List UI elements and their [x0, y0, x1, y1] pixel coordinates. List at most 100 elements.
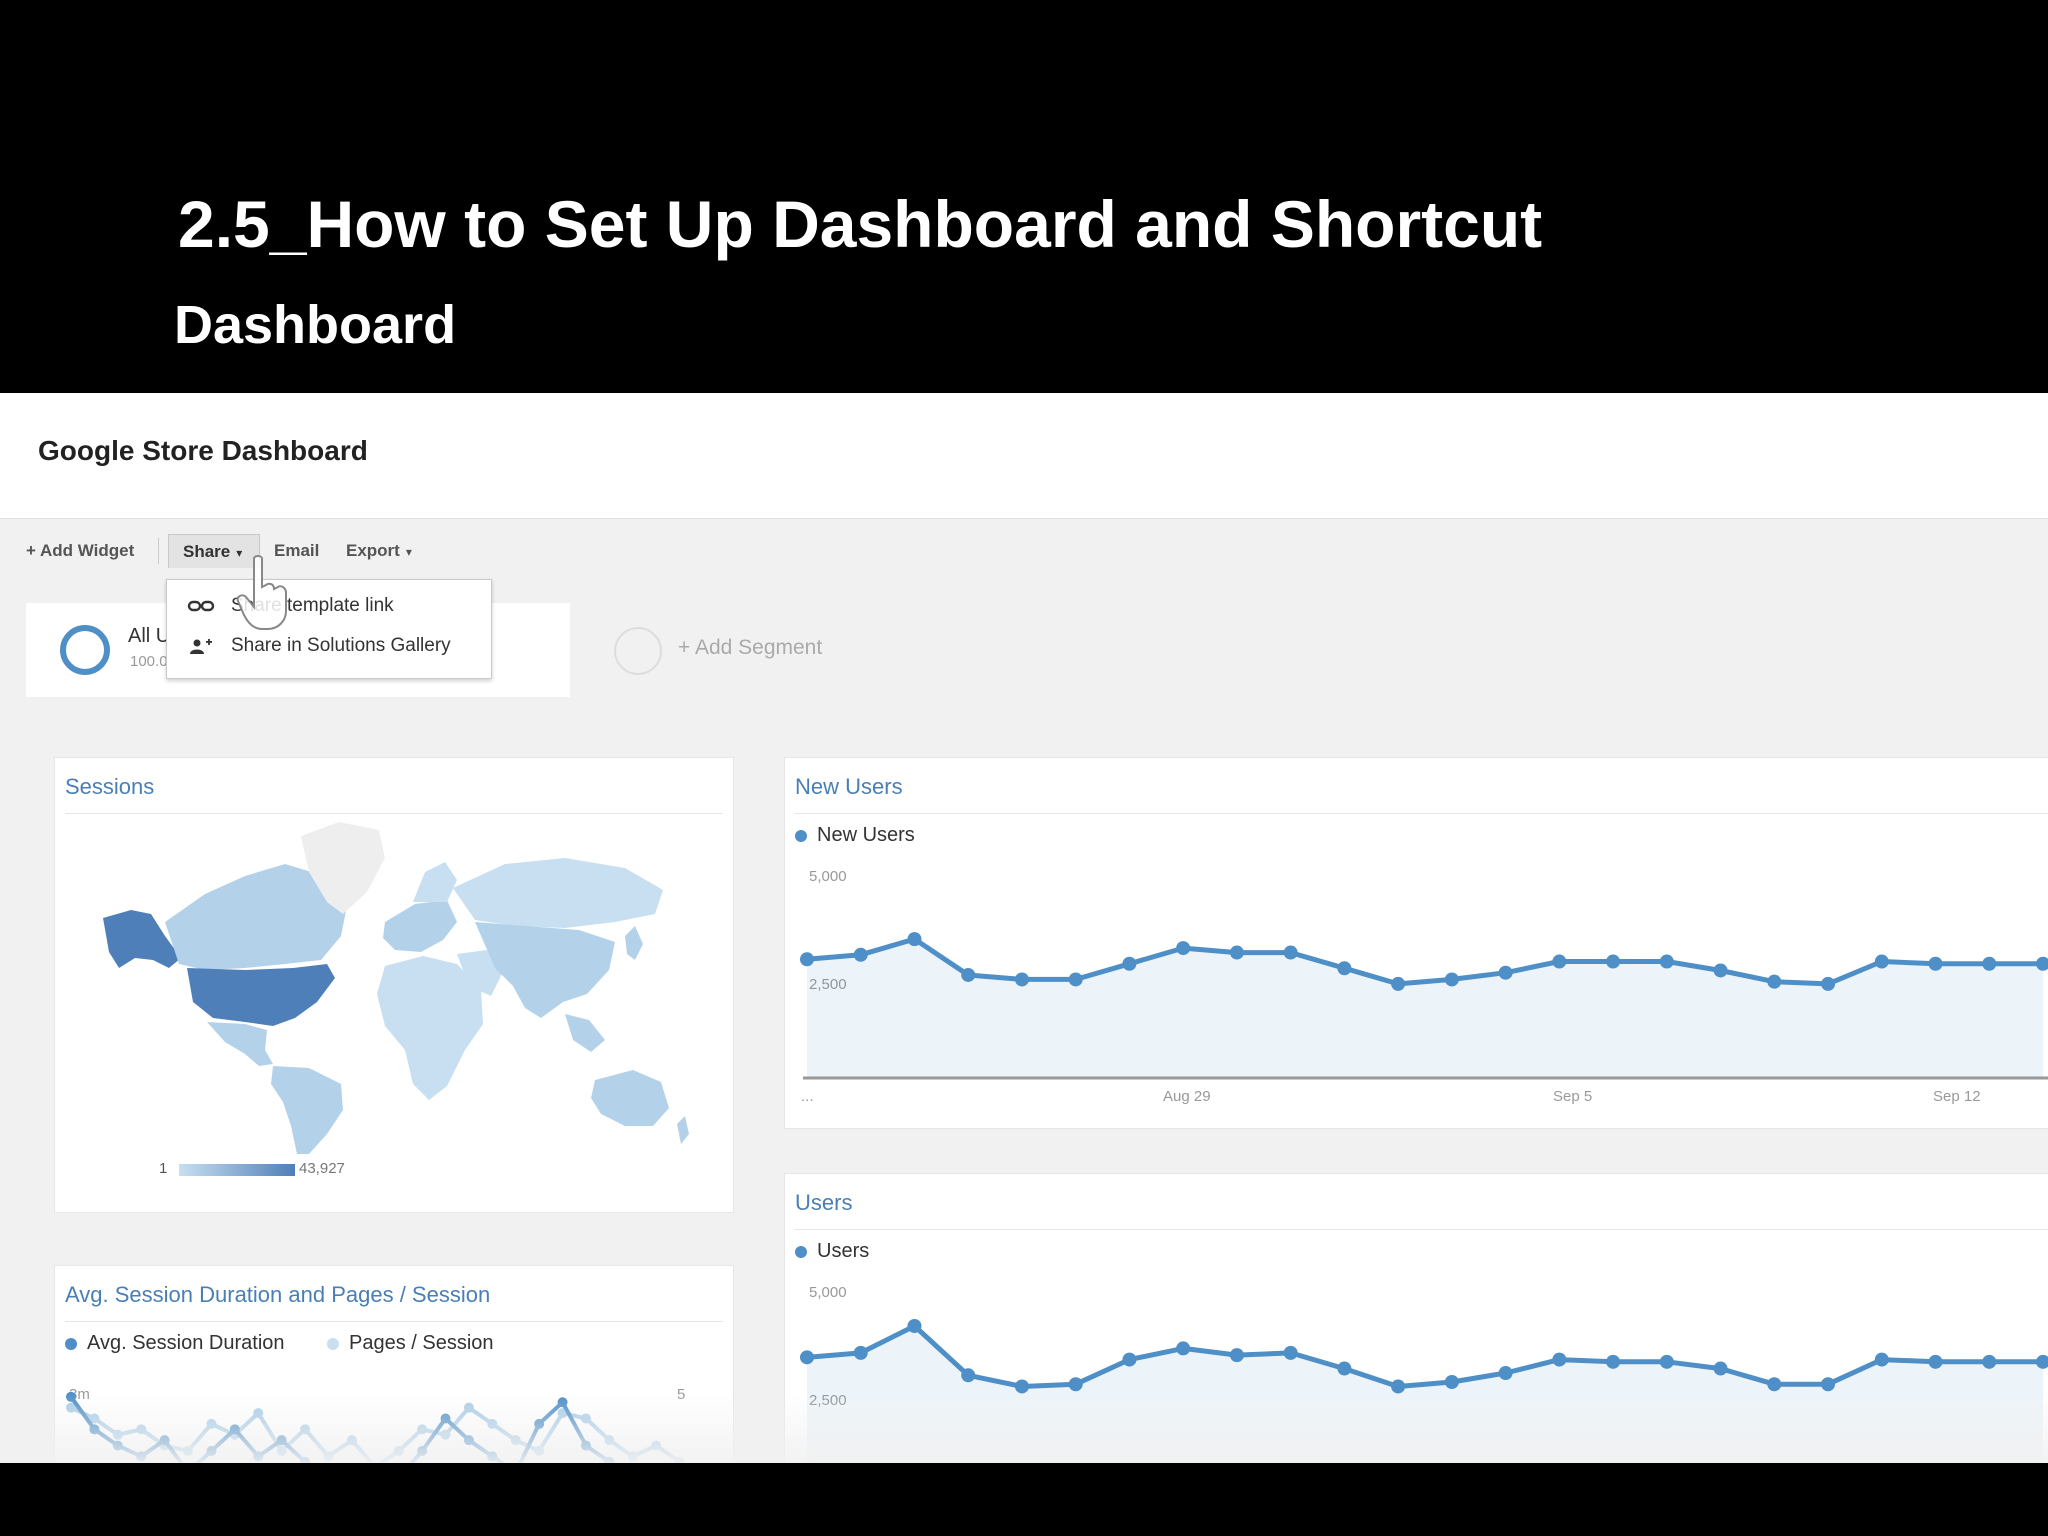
series-line	[69, 1395, 614, 1463]
map-scale-min: 1	[159, 1160, 168, 1177]
data-point	[463, 1402, 474, 1413]
data-point	[1068, 972, 1083, 987]
menu-item-share-template-link[interactable]: Share template link	[167, 586, 491, 626]
widget-title: Sessions	[65, 774, 155, 799]
data-point	[1659, 954, 1674, 969]
data-point	[1014, 1379, 1029, 1394]
world-map[interactable]	[95, 818, 695, 1158]
data-point	[1767, 974, 1782, 989]
data-point	[557, 1397, 568, 1408]
add-person-icon	[190, 639, 212, 654]
data-point	[510, 1435, 521, 1446]
data-point	[206, 1418, 217, 1429]
data-point	[487, 1451, 498, 1462]
data-point	[961, 967, 976, 982]
data-point	[1713, 963, 1728, 978]
data-point	[604, 1435, 615, 1446]
share-dropdown-menu: Share template link Share in Solutions G…	[166, 579, 492, 679]
data-point	[1283, 945, 1298, 960]
users-chart[interactable]	[785, 1174, 2048, 1463]
export-button[interactable]: Export ▾	[346, 534, 412, 568]
data-point	[1068, 1377, 1083, 1392]
data-point	[463, 1435, 474, 1446]
data-point	[961, 1368, 976, 1383]
segment-ring-icon	[60, 625, 110, 675]
data-point	[1821, 1377, 1836, 1392]
data-point	[580, 1413, 591, 1424]
data-point	[417, 1424, 428, 1435]
chevron-down-icon: ▾	[405, 544, 412, 559]
map-region-se-asia	[565, 1014, 605, 1052]
data-point	[159, 1435, 170, 1446]
data-point	[1552, 954, 1567, 969]
add-widget-button[interactable]: + Add Widget	[26, 534, 134, 568]
data-point	[1498, 965, 1513, 980]
new-users-chart[interactable]	[785, 758, 2048, 1130]
data-point	[136, 1451, 147, 1462]
map-region-australia	[591, 1070, 669, 1126]
data-point	[1821, 976, 1836, 991]
data-point	[276, 1446, 287, 1456]
data-point	[136, 1424, 147, 1435]
data-point	[1982, 956, 1997, 971]
data-point	[66, 1391, 76, 1402]
data-point	[253, 1451, 264, 1462]
data-point	[276, 1435, 287, 1446]
data-point	[1928, 956, 1943, 971]
toolbar-divider	[158, 538, 159, 564]
data-point	[1444, 972, 1459, 987]
map-region-new-zealand	[677, 1116, 689, 1144]
data-point	[206, 1446, 217, 1456]
dashboard-title: Google Store Dashboard	[38, 435, 368, 466]
data-point	[627, 1451, 638, 1462]
data-point	[1283, 1345, 1298, 1360]
data-point	[1767, 1377, 1782, 1392]
data-point	[229, 1424, 240, 1435]
data-point	[1659, 1354, 1674, 1369]
data-point	[1928, 1354, 1943, 1369]
dashboard-header: Google Store Dashboard	[0, 393, 2048, 519]
analytics-screenshot: Google Store Dashboard + Add Widget Shar…	[0, 393, 2048, 1463]
sessions-widget: Sessions 1 43,927	[54, 757, 734, 1213]
data-point	[1552, 1352, 1567, 1367]
data-point	[112, 1429, 123, 1440]
slide-subtitle: Dashboard	[174, 295, 457, 355]
map-region-usa	[187, 964, 335, 1026]
data-point	[1176, 941, 1191, 956]
avg-session-chart[interactable]	[55, 1266, 735, 1463]
map-region-south-america	[271, 1066, 343, 1154]
map-region-scandinavia	[413, 862, 457, 902]
add-segment-button[interactable]: + Add Segment	[678, 636, 822, 660]
data-point	[253, 1408, 264, 1419]
data-point	[346, 1435, 357, 1446]
data-point	[534, 1446, 545, 1456]
data-point	[1122, 956, 1137, 971]
data-point	[1444, 1375, 1459, 1389]
data-point	[1498, 1366, 1513, 1381]
data-point	[1176, 1341, 1191, 1356]
map-scale-max: 43,927	[299, 1160, 345, 1177]
data-point	[300, 1424, 311, 1435]
slide-title: 2.5_How to Set Up Dashboard and Shortcut	[178, 187, 1543, 261]
widget-divider	[65, 813, 723, 814]
add-segment-circle-icon[interactable]	[614, 627, 662, 675]
data-point	[853, 947, 868, 962]
menu-item-share-solutions-gallery[interactable]: Share in Solutions Gallery	[167, 626, 491, 666]
export-button-label: Export	[346, 541, 400, 560]
data-point	[1014, 972, 1029, 987]
data-point	[800, 1350, 814, 1365]
data-point	[1874, 954, 1889, 969]
data-point	[323, 1451, 334, 1462]
data-point	[112, 1440, 123, 1451]
map-region-russia	[453, 858, 663, 928]
data-point	[89, 1424, 100, 1435]
data-point	[907, 932, 922, 947]
data-point	[1391, 976, 1406, 991]
data-point	[907, 1319, 922, 1333]
share-button-label: Share	[183, 542, 231, 561]
data-point	[1122, 1352, 1137, 1367]
new-users-widget: New Users New Users 5,000 2,500 ... Aug …	[784, 757, 2048, 1129]
data-point	[800, 952, 814, 967]
map-scale-gradient	[179, 1164, 295, 1176]
series-area-fill	[807, 939, 2043, 1078]
